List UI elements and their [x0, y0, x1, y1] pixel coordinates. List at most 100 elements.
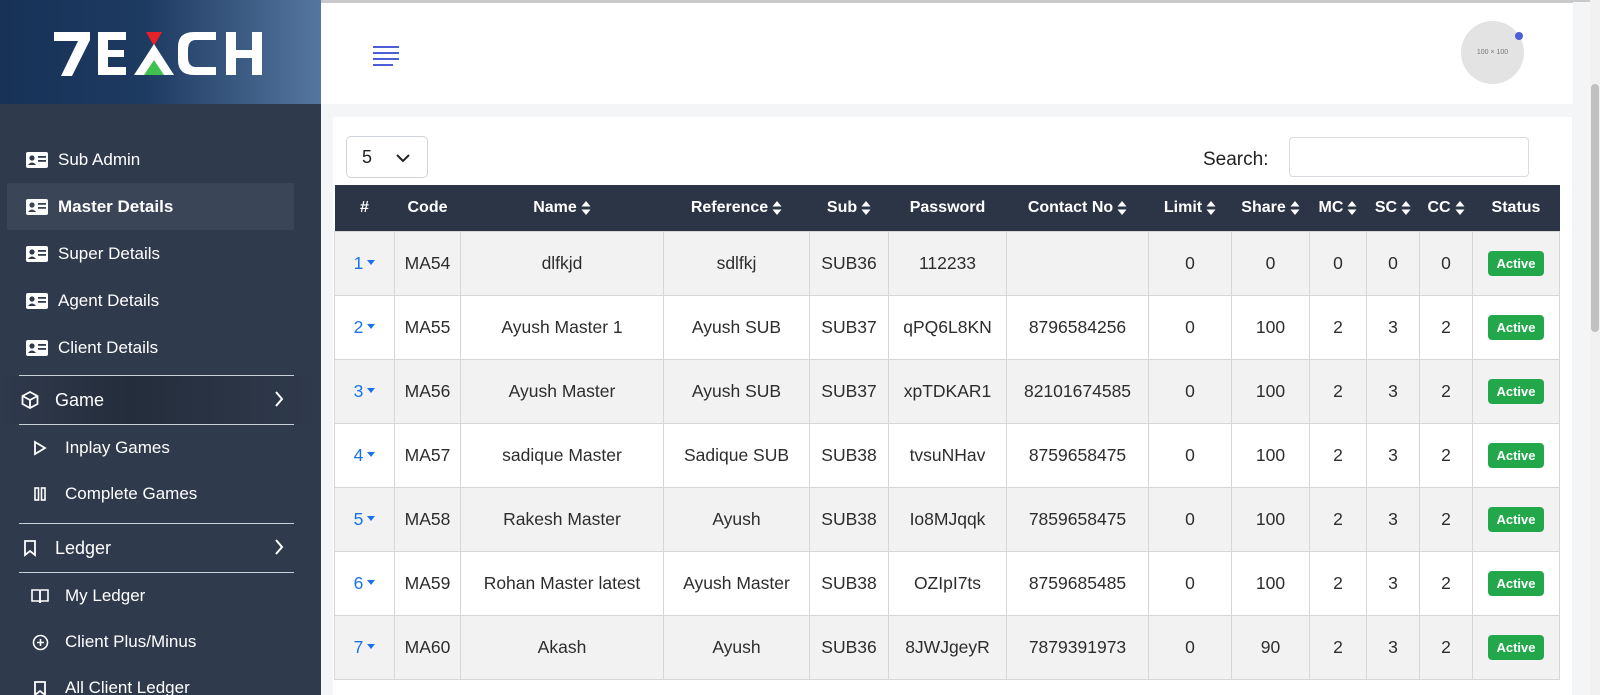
- cell-reference: Sadique SUB: [663, 422, 810, 488]
- row-index-link[interactable]: 7: [354, 637, 364, 657]
- cell-idx[interactable]: 5: [334, 486, 395, 552]
- column-header[interactable]: Name: [460, 185, 664, 231]
- column-header-label: Name: [533, 198, 577, 216]
- cell-contact: [1006, 230, 1149, 296]
- cell-reference: sdlfkj: [663, 230, 810, 296]
- cell-status: Active: [1472, 422, 1560, 488]
- avatar[interactable]: 100 × 100: [1461, 21, 1524, 84]
- cell-idx[interactable]: 2: [334, 294, 395, 360]
- cell-sc: 3: [1366, 486, 1420, 552]
- book-icon: [31, 588, 49, 604]
- cell-idx[interactable]: 7: [334, 614, 395, 680]
- cell-reference: Ayush: [663, 614, 810, 680]
- sort-icon[interactable]: [1401, 200, 1411, 216]
- sort-icon[interactable]: [1117, 200, 1127, 216]
- cell-reference: Ayush Master: [663, 550, 810, 616]
- row-index-link[interactable]: 1: [354, 253, 364, 273]
- table-row: 6 MA59 Rohan Master latest Ayush Master SUB3…: [334, 550, 1560, 616]
- cell-idx[interactable]: 4: [334, 422, 395, 488]
- sort-icon[interactable]: [772, 200, 782, 216]
- status-badge[interactable]: Active: [1488, 634, 1544, 660]
- column-header-label: Reference: [690, 198, 769, 216]
- column-header[interactable]: Limit: [1148, 185, 1232, 231]
- search-input[interactable]: [1289, 137, 1529, 177]
- sidebar-item-complete-games[interactable]: Complete Games: [0, 471, 321, 517]
- column-header-label: CC: [1427, 198, 1451, 216]
- status-badge[interactable]: Active: [1488, 442, 1544, 468]
- caret-down-icon[interactable]: [367, 387, 376, 393]
- cell-limit: 0: [1148, 294, 1232, 360]
- column-header: Password: [888, 185, 1007, 231]
- cell-code: MA54: [394, 230, 461, 296]
- row-index-link[interactable]: 6: [354, 573, 364, 593]
- sidebar-item-inplay-games[interactable]: Inplay Games: [0, 425, 321, 471]
- brand-logo[interactable]: [0, 0, 321, 104]
- row-index-link[interactable]: 4: [354, 445, 364, 465]
- status-badge[interactable]: Active: [1488, 506, 1544, 532]
- column-header[interactable]: Reference: [663, 185, 810, 231]
- column-header[interactable]: SC: [1366, 185, 1420, 231]
- sidebar-item-my-ledger[interactable]: My Ledger: [0, 573, 321, 619]
- cell-code: MA60: [394, 614, 461, 680]
- row-index-link[interactable]: 5: [354, 509, 364, 529]
- cell-contact: 7859658475: [1006, 486, 1149, 552]
- sidebar-item-master-details[interactable]: Master Details: [7, 183, 294, 230]
- table-row: 2 MA55 Ayush Master 1 Ayush SUB SUB37 qPQ6L8K…: [334, 294, 1560, 360]
- caret-down-icon[interactable]: [367, 579, 376, 585]
- status-badge[interactable]: Active: [1488, 378, 1544, 404]
- sidebar-group-label: Game: [55, 389, 105, 410]
- cell-idx[interactable]: 6: [334, 550, 395, 616]
- sidebar-group-game[interactable]: Game: [0, 376, 321, 424]
- caret-down-icon[interactable]: [367, 515, 376, 521]
- cell-mc: 0: [1309, 230, 1367, 296]
- column-header[interactable]: MC: [1309, 185, 1367, 231]
- column-header[interactable]: CC: [1419, 185, 1473, 231]
- masters-table: # Code Name Reference Sub Password Contact No L…: [334, 185, 1560, 680]
- sort-icon[interactable]: [861, 200, 871, 216]
- bookmark-icon: [19, 539, 41, 557]
- sidebar-item-client-plus-minus[interactable]: Client Plus/Minus: [0, 619, 321, 665]
- column-header[interactable]: Sub: [809, 185, 889, 231]
- sidebar-item-super-details[interactable]: Super Details: [7, 230, 314, 277]
- sidebar-item-sub-admin[interactable]: Sub Admin: [7, 136, 314, 183]
- cell-sc: 0: [1366, 230, 1420, 296]
- cell-sub: SUB37: [809, 294, 889, 360]
- page-scrollbar[interactable]: [1590, 0, 1600, 695]
- sort-icon[interactable]: [1455, 200, 1465, 216]
- column-header[interactable]: Contact No: [1006, 185, 1149, 231]
- caret-down-icon[interactable]: [367, 643, 376, 649]
- cell-mc: 2: [1309, 614, 1367, 680]
- cell-sub: SUB36: [809, 614, 889, 680]
- page-length-select[interactable]: 5: [346, 136, 428, 178]
- row-index-link[interactable]: 3: [354, 381, 364, 401]
- sort-icon[interactable]: [1290, 200, 1300, 216]
- cell-sub: SUB37: [809, 358, 889, 424]
- caret-down-icon[interactable]: [367, 259, 376, 265]
- sidebar-item-client-details[interactable]: Client Details: [7, 324, 314, 371]
- sidebar-item-agent-details[interactable]: Agent Details: [7, 277, 314, 324]
- sort-icon[interactable]: [1347, 200, 1357, 216]
- scrollbar-thumb[interactable]: [1591, 84, 1599, 332]
- caret-down-icon[interactable]: [367, 323, 376, 329]
- sidebar-item-all-client-ledger[interactable]: All Client Ledger: [0, 665, 321, 695]
- status-badge[interactable]: Active: [1488, 570, 1544, 596]
- cell-idx[interactable]: 1: [334, 230, 395, 296]
- chevron-right-icon: [274, 538, 284, 561]
- status-badge[interactable]: Active: [1488, 314, 1544, 340]
- column-header[interactable]: Share: [1231, 185, 1310, 231]
- status-badge[interactable]: Active: [1488, 250, 1544, 276]
- cell-status: Active: [1472, 294, 1560, 360]
- cell-name: Rohan Master latest: [460, 550, 664, 616]
- column-header-label: Status: [1491, 198, 1541, 216]
- sort-icon[interactable]: [581, 200, 591, 216]
- row-index-link[interactable]: 2: [354, 317, 364, 337]
- cell-password: OZIpI7ts: [888, 550, 1007, 616]
- cell-name: Ayush Master: [460, 358, 664, 424]
- cell-password: 112233: [888, 230, 1007, 296]
- cell-mc: 2: [1309, 358, 1367, 424]
- cell-idx[interactable]: 3: [334, 358, 395, 424]
- sidebar-group-ledger[interactable]: Ledger: [0, 524, 321, 572]
- caret-down-icon[interactable]: [367, 451, 376, 457]
- sort-icon[interactable]: [1206, 200, 1216, 216]
- hamburger-menu-icon[interactable]: [373, 46, 399, 66]
